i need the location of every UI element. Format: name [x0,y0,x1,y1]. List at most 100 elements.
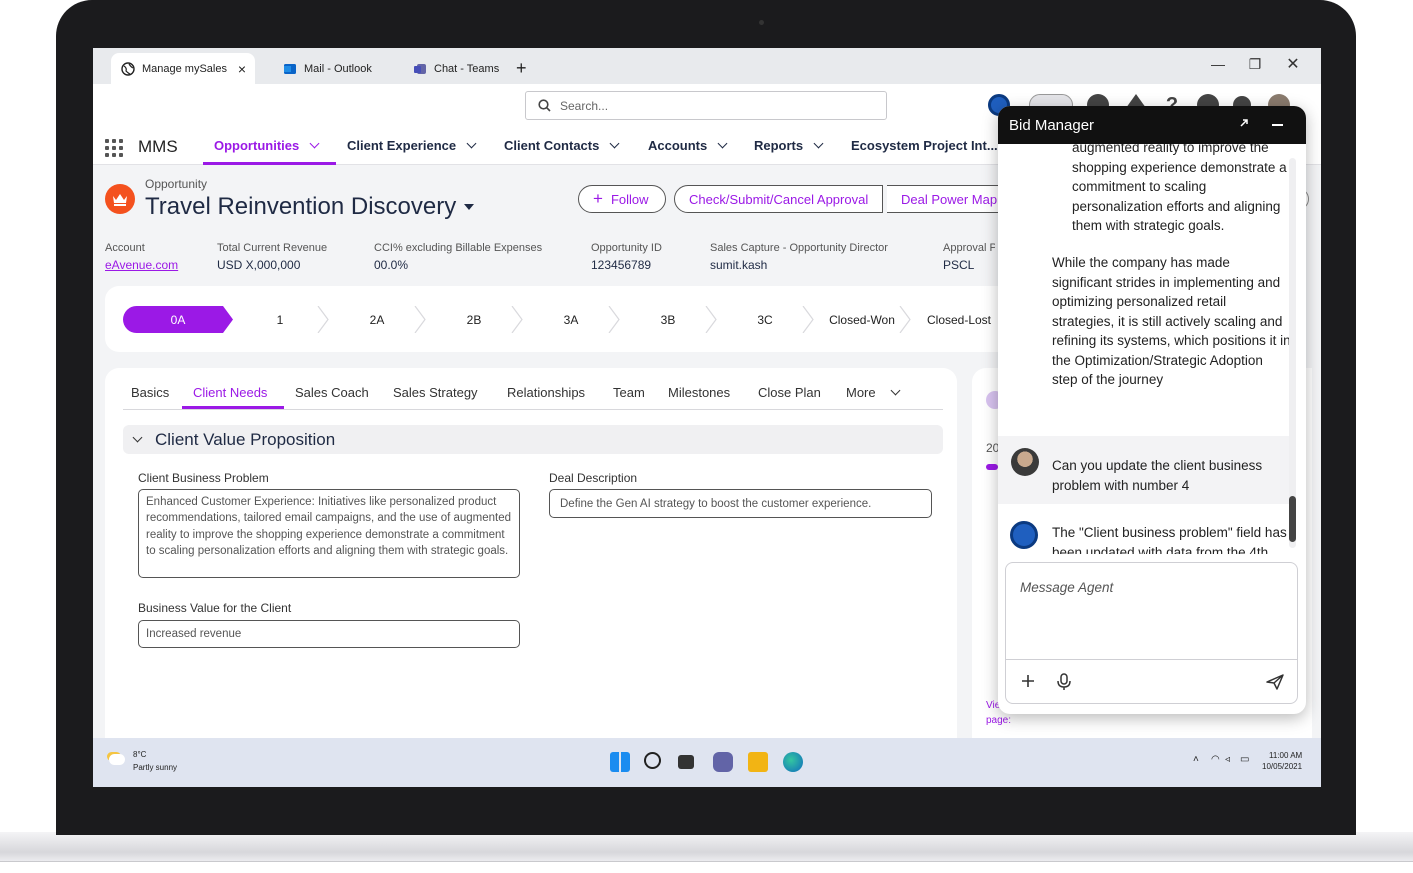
tab-basics[interactable]: Basics [131,385,169,400]
nav-opportunities[interactable]: Opportunities [214,138,320,153]
minimize-panel-icon[interactable] [1272,124,1283,126]
bid-manager-bot-avatar [1010,521,1038,549]
message-input[interactable]: Message Agent [1020,580,1113,595]
crown-icon [105,184,135,214]
edge-browser-icon[interactable] [783,752,803,772]
expand-icon[interactable] [1238,117,1250,129]
microphone-icon[interactable] [1056,673,1072,696]
laptop-base [0,832,1413,862]
panel-title: Bid Manager [1009,116,1095,134]
nav-label: Client Contacts [504,138,600,153]
page-title[interactable]: Travel Reinvention Discovery [145,193,475,221]
tab-sales-coach[interactable]: Sales Coach [295,385,369,400]
app-launcher-icon[interactable] [105,139,123,157]
nav-accounts[interactable]: Accounts [648,138,728,153]
account-link[interactable]: eAvenue.com [105,258,178,272]
chevron-down-icon [717,138,728,149]
plus-icon: + [593,189,603,208]
approval-button[interactable]: Check/Submit/Cancel Approval [674,185,884,213]
clock-time: 11:00 AM [1269,751,1303,760]
tab-more[interactable]: More [846,385,901,400]
chevron-down-icon [890,385,901,396]
chevron-down-icon [309,138,320,149]
client-business-problem-field[interactable]: Enhanced Customer Experience: Initiative… [138,489,520,578]
agent-message: augmented reality to improve the shoppin… [1072,144,1287,233]
windows-start-icon[interactable] [610,752,630,772]
field-opportunity-director: Sales Capture - Opportunity Director sumi… [710,242,888,272]
nav-label: Ecosystem Project Int... [851,138,998,153]
user-avatar [1011,448,1039,476]
tab-label: More [846,385,876,400]
app-name: MMS [138,137,178,156]
browser-tab-label: Manage mySales [142,62,227,75]
tray-chevron-up-icon[interactable]: ˄ [1193,754,1199,765]
agent-message: While the company has made significant s… [1052,255,1291,387]
nav-label: Client Experience [347,138,457,153]
chat-messages: augmented reality to improve the shoppin… [998,144,1306,554]
weather-desc: Partly sunny [133,763,178,772]
globe-icon [121,61,135,76]
agent-message: The "Client business problem" field has … [1052,525,1287,554]
nav-client-experience[interactable]: Client Experience [347,138,477,153]
chevron-down-icon [132,432,143,443]
tab-team[interactable]: Team [613,385,645,400]
minimize-window-icon[interactable]: — [1208,56,1228,72]
field-label: Opportunity ID [591,242,662,254]
tab-milestones[interactable]: Milestones [668,385,730,400]
deal-description-label: Deal Description [549,471,638,485]
browser-tab-bar: Manage mySales × Mail - Outlook Chat - T… [93,48,1321,84]
side-card-link[interactable]: page: [986,715,1011,726]
attach-plus-icon[interactable] [1020,673,1036,694]
send-icon[interactable] [1265,673,1285,696]
chevron-down-icon [466,138,477,149]
browser-tab-label: Chat - Teams [434,62,500,75]
chevron-down-icon [609,138,620,149]
tab-sales-strategy[interactable]: Sales Strategy [393,385,478,400]
business-value-field[interactable]: Increased revenue [138,620,520,648]
nav-active-indicator [203,162,336,165]
restore-window-icon[interactable]: ❐ [1245,56,1265,73]
nav-ecosystem-project[interactable]: Ecosystem Project Int... [851,138,998,153]
close-window-icon[interactable]: ✕ [1283,54,1303,74]
field-label: CCI% excluding Billable Expenses [374,242,543,254]
volume-icon[interactable]: ◃ [1225,754,1230,765]
search-input[interactable]: Search... [525,91,887,120]
field-label: Total Current Revenue [217,242,328,254]
nav-client-contacts[interactable]: Client Contacts [504,138,620,153]
section-client-value-proposition[interactable]: Client Value Proposition [123,425,943,454]
side-card-progress [986,464,998,470]
weather-temp: 8°C [133,750,147,759]
field-opportunity-id: Opportunity ID 123456789 [591,242,662,272]
new-tab-button[interactable]: + [516,53,527,84]
follow-label: Follow [610,191,649,207]
browser-tab-outlook[interactable]: Mail - Outlook [283,53,372,84]
follow-button[interactable]: + Follow [578,185,666,213]
chat-scrollbar-thumb[interactable] [1289,496,1296,542]
chat-scrollbar[interactable] [1289,158,1296,548]
nav-reports[interactable]: Reports [754,138,824,153]
search-icon[interactable] [644,752,661,769]
nav-label: Opportunities [214,138,300,153]
tab-divider [123,409,943,410]
opportunity-label: Opportunity [145,177,208,191]
task-view-icon[interactable] [678,755,694,769]
teams-chat-icon[interactable] [713,752,733,772]
field-label: Sales Capture - Opportunity Director [710,242,888,254]
field-value: sumit.kash [710,258,768,272]
browser-tab-teams[interactable]: Chat - Teams [413,53,499,84]
file-explorer-icon[interactable] [748,752,768,772]
tab-client-needs[interactable]: Client Needs [193,385,267,400]
browser-tab-manage-mysales[interactable]: Manage mySales × [111,53,255,84]
chevron-down-icon [813,138,824,149]
wifi-icon[interactable]: ◠ [1211,754,1220,765]
close-tab-icon[interactable]: × [238,61,246,77]
outlook-icon [283,62,297,76]
battery-icon[interactable]: ▭ [1240,754,1249,765]
field-label: Approval P [943,242,995,254]
tab-close-plan[interactable]: Close Plan [758,385,821,400]
weather-icon [109,754,125,765]
field-value: 00.0% [374,258,409,272]
deal-description-field[interactable]: Define the Gen AI strategy to boost the … [549,489,932,518]
search-placeholder: Search... [560,98,609,113]
tab-relationships[interactable]: Relationships [507,385,585,400]
